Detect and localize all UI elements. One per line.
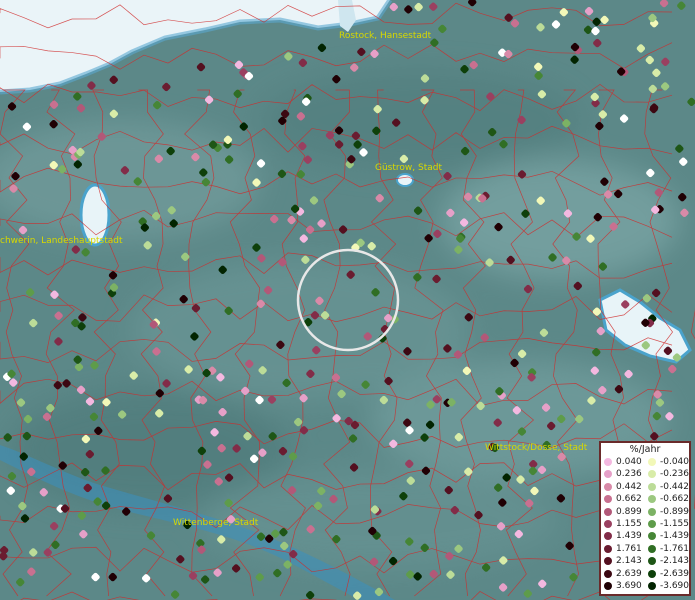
city-label-wittstock: Wittstock/Dosse, Stadt <box>485 443 588 453</box>
legend-value: -2.143 <box>660 556 690 567</box>
legend-swatch <box>648 582 656 590</box>
legend-value: 0.040 <box>616 457 642 467</box>
city-label-schwerin: chwerin, Landeshauptstadt <box>0 236 123 246</box>
legend-value: -0.040 <box>660 457 690 467</box>
map-canvas[interactable] <box>0 0 695 600</box>
legend-value: 3.690 <box>616 581 642 591</box>
legend-swatch <box>604 482 612 491</box>
legend-swatch <box>648 458 656 466</box>
legend-value: 2.639 <box>616 568 642 579</box>
legend-value: -1.761 <box>660 543 690 554</box>
legend-value: 0.236 <box>616 469 642 480</box>
legend-value: 1.761 <box>616 543 642 554</box>
city-label-wittenberge: Wittenberge, Stadt <box>173 518 259 528</box>
legend-value: -0.236 <box>660 469 690 480</box>
legend-swatch <box>604 569 612 578</box>
legend-swatch <box>648 507 656 516</box>
legend-swatch <box>648 482 656 491</box>
legend-swatch <box>648 495 656 504</box>
legend-value: 0.662 <box>616 494 642 505</box>
legend-swatch <box>604 532 612 541</box>
legend-value: -1.155 <box>660 519 690 529</box>
legend-swatch <box>604 582 612 590</box>
legend-swatch <box>648 532 656 541</box>
legend-swatch <box>648 569 656 578</box>
legend-swatch <box>604 544 612 553</box>
legend-swatch <box>604 458 612 466</box>
legend-value: 1.155 <box>616 519 642 529</box>
city-label-rostock: Rostock, Hansestadt <box>339 31 432 41</box>
city-label-guestrow: Güstrow, Stadt <box>375 163 442 173</box>
legend-swatch <box>648 520 656 528</box>
legend-swatch <box>648 544 656 553</box>
legend-value: -0.662 <box>660 494 690 505</box>
legend-value: 0.442 <box>616 481 642 492</box>
legend-swatch <box>604 557 612 566</box>
legend-swatch <box>648 470 656 479</box>
legend-title: %/Jahr <box>629 444 661 455</box>
legend-swatch <box>604 470 612 479</box>
legend-value: -0.442 <box>660 481 690 492</box>
lake-small-1 <box>396 173 414 187</box>
color-legend: %/Jahr 0.040 0.236 0.442 0.662 0.899 1.155 1.4… <box>599 441 691 596</box>
legend-value: -0.899 <box>660 506 690 517</box>
legend-value: 2.143 <box>616 556 642 567</box>
legend-value: -3.690 <box>660 581 690 591</box>
legend-value: 1.439 <box>616 531 642 542</box>
legend-value: 0.899 <box>616 506 642 517</box>
legend-swatch <box>604 495 612 504</box>
legend-value: -2.639 <box>660 568 690 579</box>
legend-value: -1.439 <box>660 531 690 542</box>
legend-swatch <box>604 520 612 528</box>
legend-swatch <box>648 557 656 566</box>
legend-swatch <box>604 507 612 516</box>
